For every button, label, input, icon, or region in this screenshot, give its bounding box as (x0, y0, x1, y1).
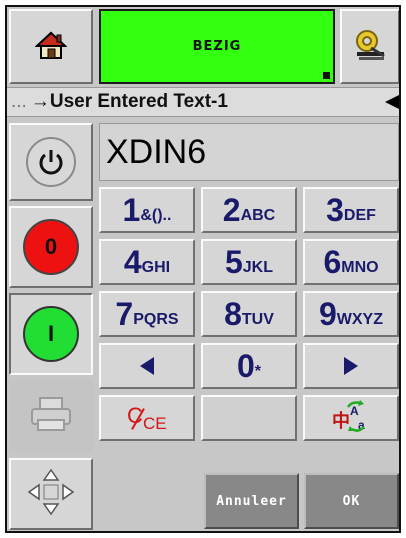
stop-button[interactable]: 0 (9, 206, 93, 288)
status-banner: BEZIG (99, 9, 335, 84)
settings-button[interactable] (340, 9, 399, 84)
breadcrumb-text: →User Entered Text-1 (30, 91, 228, 112)
key-0[interactable]: 0 * (201, 343, 297, 389)
print-button[interactable] (9, 379, 93, 453)
right-arrow-icon (344, 357, 358, 375)
key-2[interactable]: 2 ABC (201, 187, 297, 233)
red-stop-icon: 0 (23, 219, 79, 275)
cancel-label: Annuleer (216, 493, 287, 509)
blank-key (201, 395, 297, 441)
left-arrow-icon (140, 357, 154, 375)
key-8[interactable]: 8 TUV (201, 291, 297, 337)
input-mode-icon: 中 A a (330, 399, 372, 438)
ok-button[interactable]: OK (304, 473, 399, 529)
svg-text:中: 中 (332, 410, 350, 432)
breadcrumb: ... →User Entered Text-1 (7, 87, 399, 117)
ok-label: OK (342, 493, 361, 509)
key-1[interactable]: 1 &().. (99, 187, 195, 233)
breadcrumb-ellipsis: ... (11, 91, 27, 112)
home-button[interactable] (9, 9, 93, 84)
svg-text:A: A (350, 404, 359, 418)
gear-wrench-icon (353, 28, 387, 66)
cursor-left-key[interactable] (99, 343, 195, 389)
text-entry-value: XDIN6 (106, 132, 207, 171)
cursor-right-key[interactable] (303, 343, 399, 389)
status-label: BEZIG (192, 39, 242, 54)
start-label: I (47, 321, 55, 346)
arrows-nav-icon (25, 466, 77, 522)
text-entry-display[interactable]: XDIN6 (99, 123, 399, 181)
app-frame: BEZIG ... →User Entered Text-1 0 I XDIN6… (5, 5, 401, 533)
clear-key[interactable]: C CE (99, 395, 195, 441)
key-4[interactable]: 4 GHI (99, 239, 195, 285)
back-arrow-icon[interactable] (385, 94, 399, 110)
home-icon (34, 30, 68, 64)
key-5[interactable]: 5 JKL (201, 239, 297, 285)
power-button[interactable] (9, 123, 93, 201)
power-icon (26, 137, 76, 187)
key-9[interactable]: 9 WXYZ (303, 291, 399, 337)
key-7[interactable]: 7 PQRS (99, 291, 195, 337)
printer-icon (29, 396, 73, 436)
stop-label: 0 (44, 234, 58, 259)
key-6[interactable]: 6 MNO (303, 239, 399, 285)
key-3[interactable]: 3 DEF (303, 187, 399, 233)
green-start-icon: I (23, 306, 79, 362)
keypad: 1 &().. 2 ABC 3 DEF 4 GHI 5 JKL 6 MNO 7 PQRS 8T… (99, 187, 399, 477)
start-button[interactable]: I (9, 293, 93, 375)
cancel-button[interactable]: Annuleer (204, 473, 299, 529)
input-mode-key[interactable]: 中 A a (303, 395, 399, 441)
navigation-button[interactable] (9, 458, 93, 530)
clear-label: C CE (127, 403, 167, 433)
status-corner-marker (323, 72, 330, 79)
